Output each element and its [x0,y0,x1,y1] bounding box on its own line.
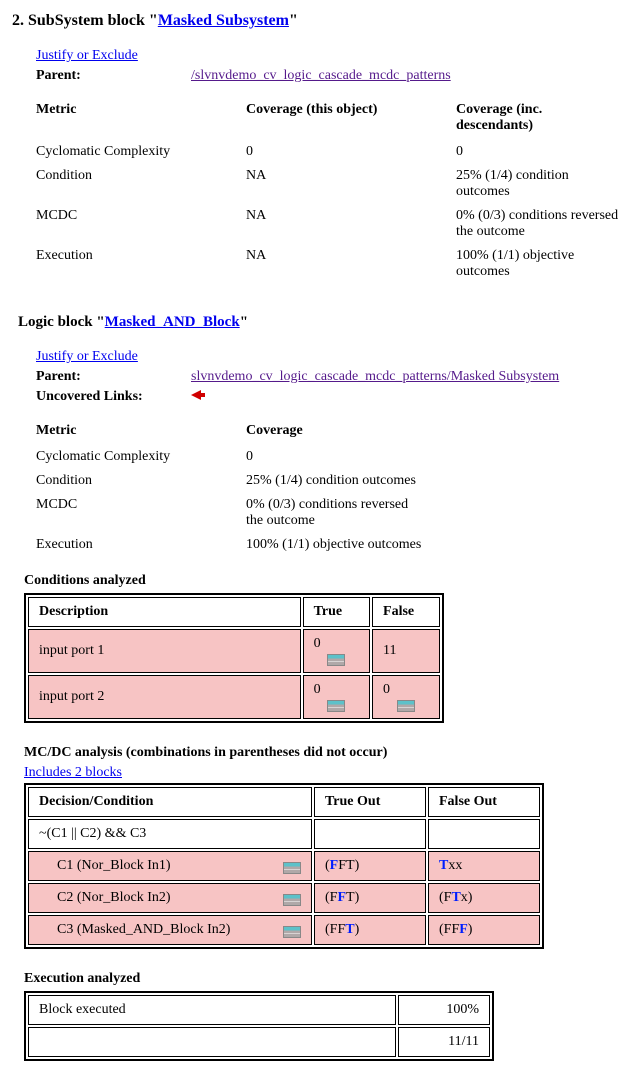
table-row: C2 (Nor_Block In2) (FFT) (FTx) [28,883,540,913]
metric-table-1: Metric Coverage (this object) Coverage (… [36,98,629,284]
cond-true-cell: 0 [303,629,370,673]
mcdc-true-out: (FFT) [314,851,426,881]
masked-subsystem-link[interactable]: Masked Subsystem [158,12,289,29]
table-row: MCDC0% (0/3) conditions reversed the out… [36,493,436,533]
aggregate-icon[interactable] [283,862,301,874]
col-cov-self: Coverage (this object) [246,98,456,140]
aggregate-icon[interactable] [283,926,301,938]
col-metric-2: Metric [36,419,246,445]
conditions-table: Description True False input port 1 0 11… [24,593,444,723]
table-row: Block executed 100% [28,995,490,1025]
justify-link-1[interactable]: Justify or Exclude [36,48,138,63]
section-title-subsystem: 2. SubSystem block "Masked Subsystem" [12,12,629,30]
cond-desc-col: Description [28,597,301,627]
cond-false-cell: 11 [372,629,440,673]
metric-table-2: Metric Coverage Cyclomatic Complexity0 C… [36,419,436,557]
uncovered-label: Uncovered Links: [36,389,191,405]
parent-label-2: Parent: [36,369,191,385]
mcdc-false-out: (FTx) [428,883,540,913]
mcdc-expr: ~(C1 || C2) && C3 [28,819,312,849]
exec-value: 100% [398,995,490,1025]
col-cov-desc: Coverage (inc. descendants) [456,98,629,140]
cond-true-cell: 0 [303,675,370,719]
mcdc-cond: C1 (Nor_Block In1) [28,851,312,881]
mcdc-false-out: Txx [428,851,540,881]
parent-link-1[interactable]: /slvnvdemo_cv_logic_cascade_mcdc_pattern… [191,68,451,83]
justify-link-2[interactable]: Justify or Exclude [36,349,138,364]
cond-false-col: False [372,597,440,627]
parent-label-1: Parent: [36,68,191,84]
parent-link-2[interactable]: slvnvdemo_cv_logic_cascade_mcdc_patterns… [191,369,559,384]
mcdc-cond: C2 (Nor_Block In2) [28,883,312,913]
title-suffix-2: " [240,314,248,330]
mcdc-col-false: False Out [428,787,540,817]
table-row: Cyclomatic Complexity0 [36,445,436,469]
title-suffix: " [289,12,298,29]
includes-link[interactable]: Includes 2 blocks [24,765,122,780]
col-metric: Metric [36,98,246,140]
mcdc-col-decision: Decision/Condition [28,787,312,817]
exec-label [28,1027,396,1057]
arrow-left-icon[interactable] [191,390,201,400]
table-row: input port 1 0 11 [28,629,440,673]
col-coverage-2: Coverage [246,419,436,445]
masked-and-block-link[interactable]: Masked_AND_Block [105,314,240,330]
aggregate-icon[interactable] [327,654,345,666]
table-row: ~(C1 || C2) && C3 [28,819,540,849]
title-prefix: 2. SubSystem block " [12,12,158,29]
table-row: C3 (Masked_AND_Block In2) (FFT) (FFF) [28,915,540,945]
table-row: Execution100% (1/1) objective outcomes [36,533,436,557]
exec-value: 11/11 [398,1027,490,1057]
aggregate-icon[interactable] [283,894,301,906]
mcdc-false-out: (FFF) [428,915,540,945]
exec-label: Block executed [28,995,396,1025]
cond-desc: input port 2 [28,675,301,719]
table-row: Cyclomatic Complexity00 [36,140,629,164]
cond-true-col: True [303,597,370,627]
mcdc-true-out: (FFT) [314,883,426,913]
table-row: ExecutionNA100% (1/1) objective outcomes [36,244,629,284]
title-prefix-2: Logic block " [18,314,105,330]
mcdc-table: Decision/Condition True Out False Out ~(… [24,783,544,949]
section-title-logic: Logic block "Masked_AND_Block" [18,314,629,331]
exec-title: Execution analyzed [24,971,629,987]
conditions-title: Conditions analyzed [24,573,629,589]
mcdc-true-out: (FFT) [314,915,426,945]
table-row: MCDCNA0% (0/3) conditions reversed the o… [36,204,629,244]
aggregate-icon[interactable] [397,700,415,712]
table-row: C1 (Nor_Block In1) (FFT) Txx [28,851,540,881]
table-row: 11/11 [28,1027,490,1057]
cond-desc: input port 1 [28,629,301,673]
mcdc-title: MC/DC analysis (combinations in parenthe… [24,745,629,761]
mcdc-col-true: True Out [314,787,426,817]
cond-false-cell: 0 [372,675,440,719]
mcdc-cond: C3 (Masked_AND_Block In2) [28,915,312,945]
table-row: Condition25% (1/4) condition outcomes [36,469,436,493]
aggregate-icon[interactable] [327,700,345,712]
table-row: input port 2 0 0 [28,675,440,719]
table-row: ConditionNA25% (1/4) condition outcomes [36,164,629,204]
exec-table: Block executed 100% 11/11 [24,991,494,1061]
